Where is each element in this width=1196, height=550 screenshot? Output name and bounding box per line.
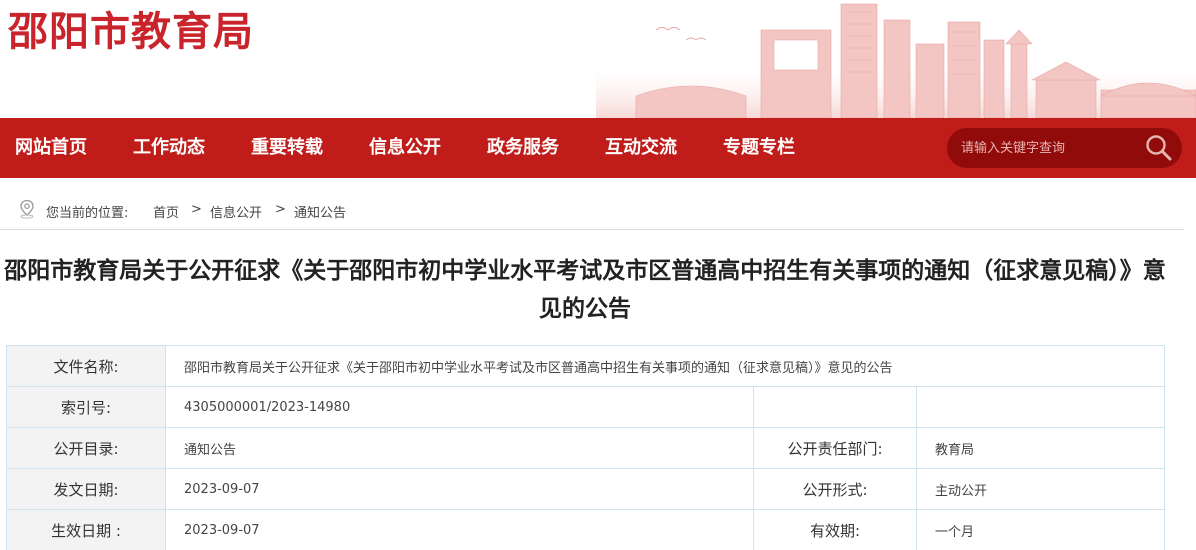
empty-cell bbox=[915, 386, 1166, 428]
disclosure-form-label: 公开形式: bbox=[753, 468, 917, 510]
city-skyline-illustration bbox=[596, 3, 1196, 118]
index-number-label: 索引号: bbox=[6, 386, 166, 428]
search-icon[interactable] bbox=[1144, 133, 1174, 163]
disclosure-form-value: 主动公开 bbox=[915, 468, 1166, 510]
responsible-dept-label: 公开责任部门: bbox=[753, 427, 917, 469]
table-row: 文件名称: 邵阳市教育局关于公开征求《关于邵阳市初中学业水平考试及市区普通高中招… bbox=[6, 345, 1166, 387]
breadcrumb: 您当前的位置: 首页 > 信息公开 > 通知公告 bbox=[0, 190, 1184, 230]
nav-item-info-disclosure[interactable]: 信息公开 bbox=[369, 118, 441, 178]
table-row: 发文日期: 2023-09-07 公开形式: 主动公开 bbox=[6, 468, 1166, 510]
issue-date-value: 2023-09-07 bbox=[165, 468, 754, 510]
effective-date-label: 生效日期 : bbox=[6, 509, 166, 550]
nav-item-gov-services[interactable]: 政务服务 bbox=[487, 118, 559, 178]
search-box bbox=[947, 128, 1182, 168]
effective-date-value: 2023-09-07 bbox=[165, 509, 754, 550]
issue-date-label: 发文日期: bbox=[6, 468, 166, 510]
file-name-value: 邵阳市教育局关于公开征求《关于邵阳市初中学业水平考试及市区普通高中招生有关事项的… bbox=[164, 345, 1166, 387]
file-name-label: 文件名称: bbox=[6, 345, 166, 387]
empty-cell bbox=[753, 386, 917, 428]
nav-item-special-topics[interactable]: 专题专栏 bbox=[723, 118, 795, 178]
index-number-value: 4305000001/2023-14980 bbox=[165, 386, 754, 428]
document-info-table: 文件名称: 邵阳市教育局关于公开征求《关于邵阳市初中学业水平考试及市区普通高中招… bbox=[6, 345, 1166, 550]
breadcrumb-item-notices[interactable]: 通知公告 bbox=[294, 202, 346, 221]
table-row: 生效日期 : 2023-09-07 有效期: 一个月 bbox=[6, 509, 1166, 550]
breadcrumb-prefix: 您当前的位置: bbox=[46, 206, 129, 221]
nav-item-interaction[interactable]: 互动交流 bbox=[605, 118, 677, 178]
nav-item-home[interactable]: 网站首页 bbox=[15, 118, 87, 178]
validity-label: 有效期: bbox=[753, 509, 917, 550]
site-logo[interactable]: 邵阳市教育局 bbox=[8, 6, 254, 58]
nav-item-reprints[interactable]: 重要转载 bbox=[251, 118, 323, 178]
nav-item-work-news[interactable]: 工作动态 bbox=[133, 118, 205, 178]
site-header: 邵阳市教育局 bbox=[0, 0, 1196, 118]
breadcrumb-item-info-disclosure[interactable]: 信息公开 bbox=[210, 202, 262, 221]
breadcrumb-separator: > bbox=[191, 202, 202, 217]
catalog-value: 通知公告 bbox=[165, 427, 754, 469]
search-input[interactable] bbox=[961, 128, 1141, 168]
article-title: 邵阳市教育局关于公开征求《关于邵阳市初中学业水平考试及市区普通高中招生有关事项的… bbox=[4, 258, 1166, 322]
table-row: 公开目录: 通知公告 公开责任部门: 教育局 bbox=[6, 427, 1166, 469]
table-row: 索引号: 4305000001/2023-14980 bbox=[6, 386, 1166, 428]
catalog-label: 公开目录: bbox=[6, 427, 166, 469]
responsible-dept-value: 教育局 bbox=[915, 427, 1166, 469]
breadcrumb-separator: > bbox=[275, 202, 286, 217]
location-pin-icon bbox=[20, 199, 34, 219]
validity-value: 一个月 bbox=[915, 509, 1166, 550]
breadcrumb-item-home[interactable]: 首页 bbox=[153, 202, 179, 221]
